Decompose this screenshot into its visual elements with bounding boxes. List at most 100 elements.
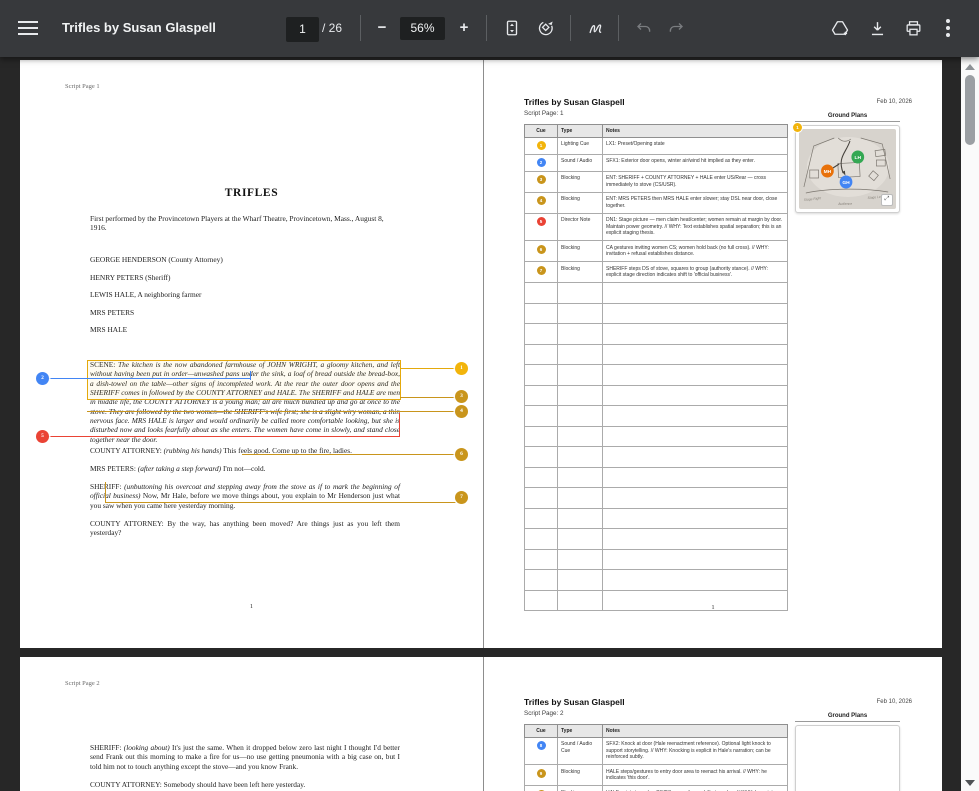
ground-plan-cue-badge[interactable]: 1 (793, 123, 802, 132)
connector-line-cue1 (400, 368, 456, 369)
empty-cue-row (525, 426, 788, 447)
redo-button[interactable] (662, 14, 690, 42)
cue-number-badge: 8 (537, 741, 546, 750)
cast-member: HENRY PETERS (Sheriff) (90, 274, 399, 282)
cue-marker-5[interactable]: 5 (36, 430, 49, 443)
pdf-viewer-window: Trifles by Susan Glaspell / 26 − 56% + (0, 0, 979, 791)
cue-marker-7[interactable]: 7 (455, 491, 468, 504)
cue-row: 3BlockingENT: SHERIFF + COUNTY ATTORNEY … (525, 171, 788, 192)
cue-sheet-page-2: Trifles by Susan Glaspell Feb 10, 2026 S… (484, 657, 942, 791)
empty-cue-row (525, 467, 788, 488)
fit-page-icon (503, 19, 521, 37)
cue-row: 9BlockingHALE steps/gestures to entry do… (525, 765, 788, 786)
rotate-button[interactable] (532, 14, 560, 42)
highlight-bracket-cue5 (399, 413, 400, 437)
zoom-level-box[interactable]: 56% (400, 17, 445, 40)
script-footer-page-number: 1 (20, 603, 483, 610)
cue-marker-1[interactable]: 1 (455, 362, 468, 375)
underline-cue7 (105, 502, 456, 503)
cue-table: CueTypeNotes1Lighting CueLX1: Preset/Ope… (524, 124, 788, 611)
cue-number-badge: 2 (537, 158, 546, 167)
cue-table: CueTypeNotes8Sound / Audio CueSFX2: Knoc… (524, 724, 788, 791)
document-title: Trifles by Susan Glaspell (62, 20, 216, 35)
cue-sheet-date: Feb 10, 2026 (784, 99, 912, 105)
cue-number-badge: 3 (537, 175, 546, 184)
minus-icon: − (378, 14, 387, 42)
column-header: Notes (603, 125, 788, 138)
cue-marker-6[interactable]: 6 (455, 448, 468, 461)
cue-number-badge: 1 (537, 141, 546, 150)
cue-marker-3[interactable]: 3 (455, 390, 468, 403)
cue-row: 10BlockingHALE points to rocker CS/DS; g… (525, 786, 788, 791)
cue-sheet-page-1: Trifles by Susan Glaspell Feb 10, 2026 S… (484, 60, 942, 648)
page-number-input[interactable] (286, 17, 319, 42)
connector-line-cue2 (49, 378, 250, 379)
dialogue-block: SHERIFF: (looking about) It's just the s… (90, 743, 400, 791)
cue-sheet-footer-page-number: 1 (484, 604, 942, 611)
ground-plan-card[interactable]: LH MH GH Stage Right Audience Stage Left… (795, 125, 900, 213)
cue-sheet-subtitle: Script Page: 1 (524, 110, 564, 117)
dialogue-line: SHERIFF: (unbuttoning his overcoat and s… (90, 482, 400, 510)
cue-row: 6BlockingCA gestures inviting women CS; … (525, 241, 788, 262)
menu-button[interactable] (14, 14, 42, 42)
print-button[interactable] (899, 14, 927, 42)
cast-member: LEWIS HALE, A neighboring farmer (90, 291, 399, 299)
dialogue-line: MRS PETERS: (after taking a step forward… (90, 464, 400, 473)
ground-plan-card[interactable] (795, 725, 900, 791)
cue-marker-2[interactable]: 2 (36, 372, 49, 385)
cue-sheet-title: Trifles by Susan Glaspell (524, 97, 625, 107)
pdf-page-1: Script Page 1 TRIFLES First performed by… (20, 60, 942, 648)
connector-line-cue3 (400, 397, 456, 398)
column-header: Cue (525, 725, 558, 738)
column-header: Type (558, 725, 603, 738)
scroll-down-arrow[interactable] (965, 780, 975, 786)
undo-icon (635, 19, 653, 37)
empty-cue-row (525, 529, 788, 550)
download-button[interactable] (863, 14, 891, 42)
cue-number-badge: 7 (537, 266, 546, 275)
cast-member: GEORGE HENDERSON (County Attorney) (90, 256, 399, 264)
connector-line-cue5 (49, 436, 400, 437)
add-to-drive-button[interactable] (826, 14, 854, 42)
more-options-button[interactable] (934, 14, 962, 42)
empty-cue-row (525, 488, 788, 509)
empty-cue-row (525, 385, 788, 406)
dialogue-line: SHERIFF: (looking about) It's just the s… (90, 743, 400, 771)
empty-cue-row (525, 344, 788, 365)
page-total-label: / 26 (322, 21, 342, 35)
cue-row: 2Sound / AudioSFX1: Exterior door opens,… (525, 154, 788, 171)
ground-plans-heading: Ground Plans (795, 113, 900, 119)
actor-label-gh: GH (842, 180, 850, 186)
actor-label-lh: LH (855, 155, 862, 161)
cue-row: 5Director NoteDN1: Stage picture — men c… (525, 213, 788, 241)
annotate-button[interactable] (582, 14, 610, 42)
cast-member: MRS PETERS (90, 309, 399, 317)
undo-button[interactable] (630, 14, 658, 42)
zoom-in-button[interactable]: + (450, 14, 478, 42)
column-header: Type (558, 125, 603, 138)
empty-cue-row (525, 549, 788, 570)
fit-page-button[interactable] (498, 14, 526, 42)
ground-plans-rule (795, 721, 900, 722)
performance-note: First performed by the Provincetown Play… (90, 214, 399, 233)
ground-plans-rule (795, 121, 900, 122)
toolbar-divider (360, 15, 361, 41)
empty-cue-row (525, 324, 788, 345)
document-canvas: Script Page 1 TRIFLES First performed by… (0, 57, 961, 791)
column-header: Cue (525, 125, 558, 138)
pdf-page-2: Script Page 2 SHERIFF: (looking about) I… (20, 657, 942, 791)
script-page-2: Script Page 2 SHERIFF: (looking about) I… (20, 657, 484, 791)
cue-marker-4[interactable]: 4 (455, 405, 468, 418)
empty-cue-row (525, 303, 788, 324)
cue-row: 8Sound / Audio CueSFX2: Knock at door (H… (525, 737, 788, 765)
play-title: TRIFLES (20, 187, 483, 199)
scrollbar-thumb[interactable] (965, 75, 975, 145)
underline-cue4 (87, 411, 456, 412)
expand-icon[interactable]: ⤢ (881, 194, 893, 206)
empty-cue-row (525, 283, 788, 304)
vertical-scrollbar (961, 57, 979, 791)
scroll-up-arrow[interactable] (965, 64, 975, 70)
cast-member: MRS HALE (90, 326, 399, 334)
cue-sheet-title: Trifles by Susan Glaspell (524, 697, 625, 707)
zoom-out-button[interactable]: − (368, 14, 396, 42)
